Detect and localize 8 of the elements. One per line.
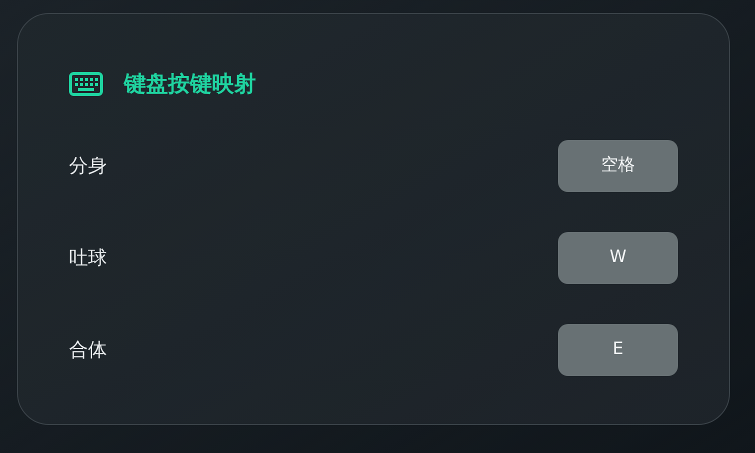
key-binding-button[interactable]: W [558,232,678,284]
panel-title: 键盘按键映射 [124,70,256,98]
action-label: 合体 [69,338,107,363]
action-label: 分身 [69,154,107,179]
action-label: 吐球 [69,246,107,271]
key-binding-button[interactable]: 空格 [558,140,678,192]
key-binding-button[interactable]: E [558,324,678,376]
keyboard-icon [69,72,103,96]
